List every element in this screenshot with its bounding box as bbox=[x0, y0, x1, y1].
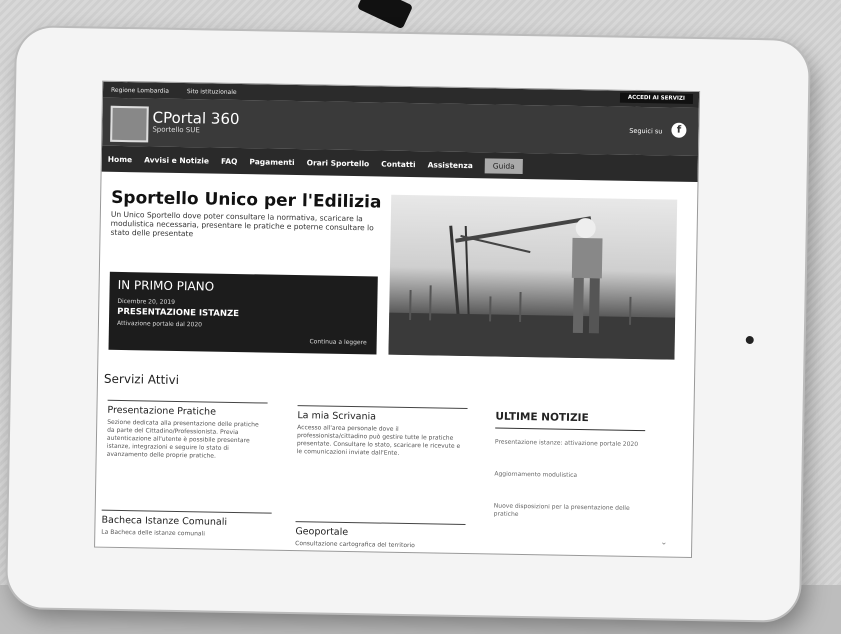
promo-title: IN PRIMO PIANO bbox=[117, 277, 215, 294]
service-card-text: Consultazione cartografica del territori… bbox=[295, 540, 415, 550]
news-item[interactable]: Nuove disposizioni per la presentazione … bbox=[494, 503, 644, 522]
page-title: Sportello Unico per l'Edilizia bbox=[110, 187, 382, 213]
service-card-title: La mia Scrivania bbox=[297, 410, 377, 423]
chevron-down-icon[interactable]: ⌄ bbox=[660, 537, 667, 546]
topbar-link-regione[interactable]: Regione Lombardia bbox=[111, 86, 169, 94]
pen-object bbox=[356, 0, 414, 30]
nav-item-home[interactable]: Home bbox=[108, 154, 132, 163]
service-card-geoportale[interactable]: Geoportale Consultazione cartografica de… bbox=[295, 521, 466, 552]
nav-item-contatti[interactable]: Contatti bbox=[381, 159, 416, 169]
featured-promo[interactable]: IN PRIMO PIANO Dicembre 20, 2019 PRESENT… bbox=[108, 271, 378, 355]
service-card-bacheca[interactable]: Bacheca Istanze Comunali La Bacheca dell… bbox=[101, 509, 272, 540]
nav-item-faq[interactable]: FAQ bbox=[221, 156, 238, 165]
tablet-device: Regione Lombardia Sito istituzionale ACC… bbox=[6, 27, 810, 621]
page-description: Un Unico Sportello dove poter consultare… bbox=[110, 209, 374, 239]
topbar-link-sito[interactable]: Sito istituzionale bbox=[187, 88, 237, 96]
service-card-title: Bacheca Istanze Comunali bbox=[101, 514, 228, 528]
nav-item-guida[interactable]: Guida bbox=[484, 157, 523, 174]
news-item[interactable]: Presentazione istanze: attivazione porta… bbox=[495, 439, 645, 450]
promo-date: Dicembre 20, 2019 bbox=[117, 297, 175, 306]
access-services-button[interactable]: ACCEDI AI SERVIZI bbox=[619, 92, 694, 104]
news-item[interactable]: Aggiornamento modulistica bbox=[494, 471, 644, 482]
promo-read-more-link[interactable]: Continua a leggere bbox=[309, 338, 366, 346]
hero-photo bbox=[388, 194, 678, 360]
nav-item-assistenza[interactable]: Assistenza bbox=[428, 160, 473, 170]
service-card-text: La Bacheca delle istanze comunali bbox=[101, 528, 206, 538]
promo-subtitle: Attivazione portale dal 2020 bbox=[116, 319, 203, 329]
nav-item-pagamenti[interactable]: Pagamenti bbox=[249, 157, 294, 167]
nav-item-avvisi[interactable]: Avvisi e Notizie bbox=[144, 155, 209, 165]
construction-worker-image bbox=[388, 216, 676, 360]
site-subtitle: Sportello SUE bbox=[152, 125, 200, 135]
site-logo[interactable] bbox=[110, 105, 149, 143]
service-card-text: Sezione dedicata alla presentazione dell… bbox=[106, 418, 259, 460]
nav-item-orari[interactable]: Orari Sportello bbox=[307, 158, 370, 168]
service-card-title: Presentazione Pratiche bbox=[107, 404, 217, 418]
service-card-text: Accesso all'area personale dove il profe… bbox=[296, 424, 461, 457]
service-card-presentazione[interactable]: Presentazione Pratiche Sezione dedicata … bbox=[106, 399, 268, 462]
follow-label: Seguici su bbox=[629, 126, 663, 136]
services-title: Servizi Attivi bbox=[103, 371, 180, 388]
tablet-camera bbox=[745, 335, 754, 345]
news-title: ULTIME NOTIZIE bbox=[495, 410, 646, 432]
service-card-scrivania[interactable]: La mia Scrivania Accesso all'area person… bbox=[296, 405, 468, 460]
facebook-icon[interactable]: f bbox=[671, 122, 687, 138]
tablet-screen: Regione Lombardia Sito istituzionale ACC… bbox=[94, 80, 701, 558]
service-card-title: Geoportale bbox=[295, 526, 349, 538]
promo-headline: PRESENTAZIONE ISTANZE bbox=[117, 306, 240, 320]
